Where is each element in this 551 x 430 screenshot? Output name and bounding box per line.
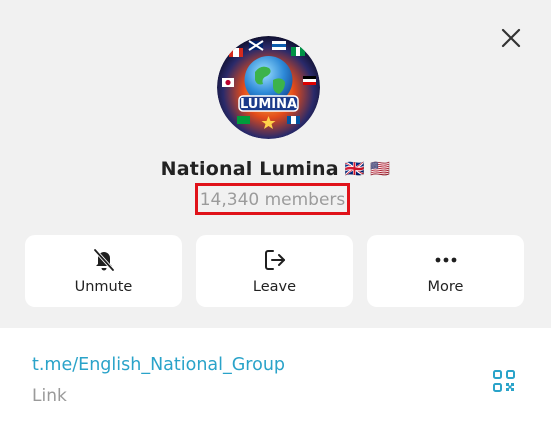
info-section [0, 328, 551, 430]
leave-button[interactable]: Leave [196, 235, 353, 307]
more-button[interactable]: More [367, 235, 524, 307]
avatar[interactable]: LUMINA [217, 36, 320, 139]
channel-name: National Lumina [160, 158, 339, 180]
bell-slash-icon [25, 247, 182, 273]
close-icon [501, 28, 521, 48]
channel-info-panel: LUMINA National Lumina 🇬🇧 🇺🇸 14,340 membe… [0, 0, 551, 430]
more-label: More [427, 279, 464, 295]
avatar-text: LUMINA [240, 97, 297, 112]
channel-link[interactable]: t.me/English_National_Group [32, 355, 285, 375]
leave-icon [196, 247, 353, 273]
link-caption: Link [32, 386, 67, 406]
member-count: 14,340 members [195, 183, 350, 215]
channel-title: National Lumina 🇬🇧 🇺🇸 [0, 158, 551, 180]
unmute-button[interactable]: Unmute [25, 235, 182, 307]
unmute-label: Unmute [74, 279, 133, 295]
more-icon [367, 247, 524, 273]
qr-code-button[interactable] [491, 368, 517, 394]
close-button[interactable] [496, 23, 526, 53]
qr-code-icon [493, 370, 515, 392]
channel-flags: 🇬🇧 🇺🇸 [344, 159, 391, 178]
leave-label: Leave [252, 279, 297, 295]
